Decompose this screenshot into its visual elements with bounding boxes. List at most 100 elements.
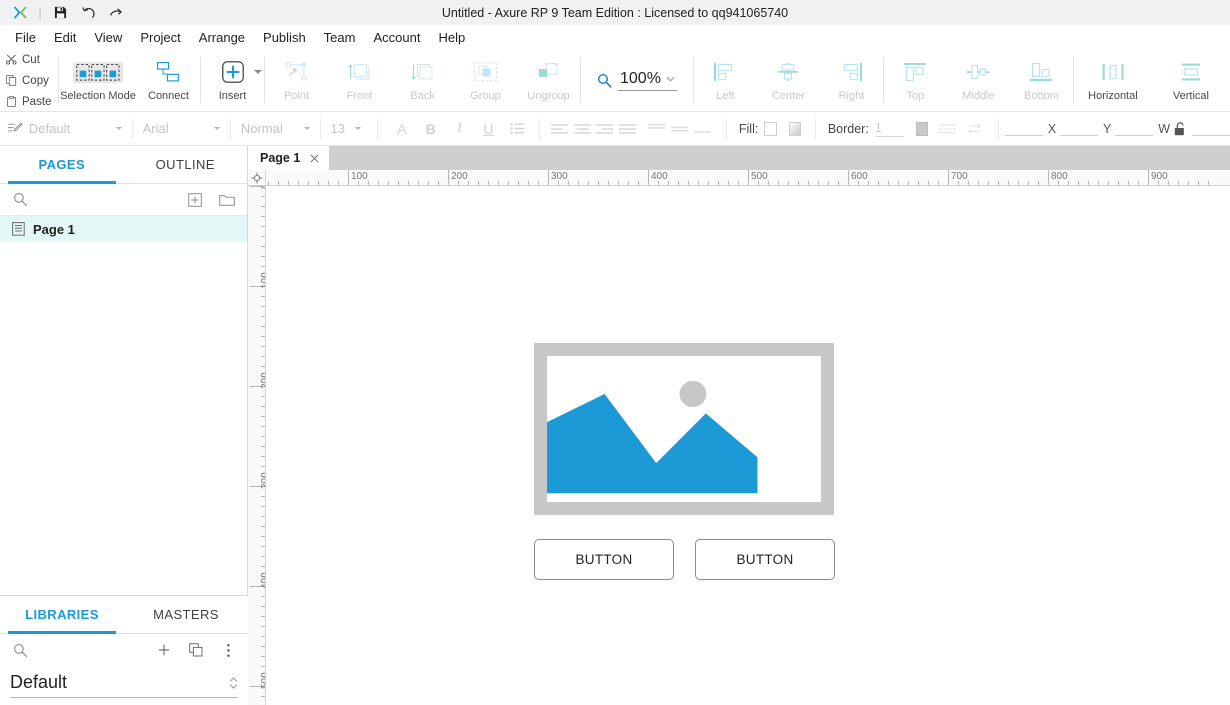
library-select[interactable]: Default — [10, 672, 238, 698]
close-icon[interactable] — [310, 153, 319, 163]
add-library-icon[interactable] — [154, 640, 174, 660]
page-tab-page-1[interactable]: Page 1 — [248, 146, 330, 170]
send-back-button[interactable]: Back — [391, 53, 454, 108]
menu-item-account[interactable]: Account — [364, 27, 429, 48]
distribute-group: Horizontal Vertical — [1074, 49, 1230, 112]
menu-item-arrange[interactable]: Arrange — [190, 27, 254, 48]
align-middle-icon — [966, 59, 990, 85]
border-width-input[interactable]: 1 — [874, 121, 905, 137]
ruler-tick — [1068, 181, 1069, 185]
search-icon[interactable] — [10, 190, 30, 210]
menu-item-edit[interactable]: Edit — [45, 27, 85, 48]
ruler-tick — [261, 326, 265, 327]
distribute-vertical-button[interactable]: Vertical — [1152, 53, 1230, 108]
menu-item-view[interactable]: View — [85, 27, 131, 48]
font-family-select[interactable]: Arial — [139, 118, 224, 140]
border-color-swatch[interactable] — [916, 121, 929, 136]
insert-button[interactable]: Insert — [201, 53, 264, 108]
text-align-right-icon[interactable] — [596, 118, 615, 140]
design-canvas[interactable]: BUTTON BUTTON — [266, 186, 1230, 705]
valign-top-icon[interactable] — [647, 118, 666, 140]
style-preset-select[interactable]: Default — [25, 118, 126, 140]
ruler-tick — [728, 181, 729, 185]
ruler-tick — [261, 626, 265, 627]
duplicate-icon[interactable] — [186, 640, 206, 660]
ruler-tick — [578, 181, 579, 185]
underline-icon[interactable]: U — [479, 118, 498, 140]
menu-item-project[interactable]: Project — [131, 27, 189, 48]
zoom-value-field[interactable]: 100% — [618, 70, 677, 91]
align-left-button[interactable]: Left — [694, 53, 757, 108]
border-arrow-style-icon[interactable] — [965, 118, 984, 140]
align-center-button[interactable]: Center — [757, 53, 820, 108]
font-color-icon[interactable]: A — [392, 118, 411, 140]
border-dash-style-icon[interactable] — [938, 118, 957, 140]
tab-libraries-label: LIBRARIES — [25, 607, 99, 622]
horizontal-ruler[interactable]: 0100200300400500600700800900 — [248, 170, 1230, 186]
tab-masters[interactable]: MASTERS — [124, 596, 248, 633]
tab-outline[interactable]: OUTLINE — [124, 146, 248, 183]
menu-item-team[interactable]: Team — [315, 27, 365, 48]
button-widget-1[interactable]: BUTTON — [534, 539, 674, 580]
ruler-tick — [261, 206, 265, 207]
font-weight-select[interactable]: Normal — [237, 118, 314, 140]
text-align-left-icon[interactable] — [550, 118, 569, 140]
fill-color-swatch[interactable] — [764, 121, 777, 136]
redo-icon[interactable] — [102, 0, 130, 25]
bullet-list-icon[interactable] — [508, 118, 527, 140]
align-top-button[interactable]: Top — [884, 53, 947, 108]
vertical-ruler[interactable]: 0100200300400500 — [248, 186, 266, 705]
image-widget[interactable] — [534, 343, 834, 515]
align-middle-button[interactable]: Middle — [947, 53, 1010, 108]
menu-item-publish[interactable]: Publish — [254, 27, 315, 48]
chevron-down-icon[interactable] — [666, 76, 675, 82]
chevron-down-icon[interactable] — [254, 70, 262, 74]
ruler-tick — [598, 181, 599, 185]
valign-middle-icon[interactable] — [670, 118, 689, 140]
paste-button[interactable]: Paste — [0, 91, 58, 112]
h-input[interactable] — [1192, 121, 1230, 136]
stepper-icon[interactable] — [229, 676, 238, 690]
bring-front-button[interactable]: Front — [328, 53, 391, 108]
font-size-select[interactable]: 13 — [326, 118, 365, 140]
w-input[interactable] — [1115, 121, 1154, 136]
x-input[interactable] — [1005, 121, 1043, 136]
add-page-icon[interactable] — [185, 190, 205, 210]
fill-gradient-swatch[interactable] — [788, 121, 801, 136]
bold-icon[interactable]: B — [421, 118, 440, 140]
tab-libraries[interactable]: LIBRARIES — [0, 596, 124, 634]
distribute-horizontal-button[interactable]: Horizontal — [1074, 53, 1152, 108]
undo-icon[interactable] — [74, 0, 102, 25]
ungroup-button[interactable]: Ungroup — [517, 53, 580, 108]
align-bottom-button[interactable]: Bottom — [1010, 53, 1073, 108]
save-icon[interactable] — [46, 0, 74, 25]
connect-button[interactable]: Connect — [137, 53, 200, 108]
point-button[interactable]: Point — [265, 53, 328, 108]
ruler-tick — [798, 181, 799, 185]
align-right-button[interactable]: Right — [820, 53, 883, 108]
copy-button[interactable]: Copy — [0, 70, 58, 91]
valign-bottom-icon[interactable] — [693, 118, 712, 140]
ruler-tick — [288, 181, 289, 185]
search-icon[interactable] — [10, 640, 30, 660]
ruler-origin-icon[interactable] — [248, 170, 266, 186]
page-list-item-page-1[interactable]: Page 1 — [0, 216, 247, 242]
cut-button[interactable]: Cut — [0, 49, 58, 70]
ruler-tick — [261, 596, 265, 597]
text-align-center-icon[interactable] — [573, 118, 592, 140]
add-folder-icon[interactable] — [217, 190, 237, 210]
y-input[interactable] — [1060, 121, 1099, 136]
align-left-icon — [713, 59, 737, 85]
italic-icon[interactable]: I — [450, 118, 469, 140]
button-widget-2[interactable]: BUTTON — [695, 539, 835, 580]
zoom-control[interactable]: 100% — [581, 49, 693, 111]
group-button[interactable]: Group — [454, 53, 517, 108]
menu-item-file[interactable]: File — [6, 27, 45, 48]
libraries-panel-tabs: LIBRARIES MASTERS — [0, 596, 248, 634]
more-options-icon[interactable] — [218, 640, 238, 660]
text-align-justify-icon[interactable] — [618, 118, 637, 140]
selection-mode-button[interactable]: Selection Mode — [59, 53, 137, 108]
menu-item-help[interactable]: Help — [429, 27, 474, 48]
tab-pages[interactable]: PAGES — [0, 146, 124, 184]
lock-open-icon[interactable] — [1174, 118, 1186, 140]
